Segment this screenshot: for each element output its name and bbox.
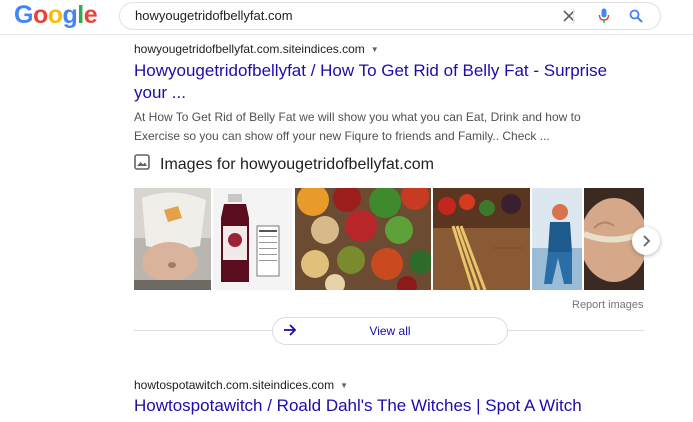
result-title-link[interactable]: Howtospotawitch / Roald Dahl's The Witch… [134, 395, 654, 417]
image-thumbnail-5[interactable] [532, 188, 582, 290]
result-snippet: At How To Get Rid of Belly Fat we will s… [134, 110, 581, 143]
search-input[interactable]: howyougetridofbellyfat.com [119, 2, 661, 30]
logo-letter-o2: o [47, 1, 63, 29]
logo-letter-g: G [14, 1, 33, 29]
microphone-icon[interactable] [595, 7, 613, 25]
logo-letter-e: e [83, 1, 98, 29]
result-cite-text: howtospotawitch.com.siteindices.com [134, 378, 335, 392]
image-thumbnail-4[interactable] [433, 188, 530, 290]
result-cite[interactable]: howtospotawitch.com.siteindices.com ▼ [134, 378, 654, 392]
search-result-1: howyougetridofbellyfat.com.siteindices.c… [134, 42, 614, 146]
search-query-text[interactable]: howyougetridofbellyfat.com [135, 8, 293, 23]
close-icon[interactable] [560, 7, 578, 25]
chevron-down-icon[interactable]: ▼ [371, 45, 379, 54]
search-header: Google howyougetridofbellyfat.com [0, 0, 693, 35]
result-title-link[interactable]: Howyougetridofbellyfat / How To Get Rid … [134, 60, 614, 104]
image-carousel [134, 188, 644, 290]
images-heading-label: Images for howyougetridofbellyfat.com [160, 155, 434, 173]
image-thumbnail-2[interactable] [213, 188, 292, 290]
search-icon[interactable] [627, 7, 645, 25]
logo-letter-o1: o [32, 1, 48, 29]
image-thumbnail-3[interactable] [295, 188, 431, 290]
images-heading[interactable]: Images for howyougetridofbellyfat.com [134, 154, 434, 175]
google-logo[interactable]: Google [14, 1, 98, 30]
divider-left [134, 330, 272, 331]
logo-letter-g2: g [62, 1, 78, 29]
view-all-button[interactable]: View all [272, 317, 508, 345]
result-cite-text: howyougetridofbellyfat.com.siteindices.c… [134, 42, 365, 56]
divider-right [506, 330, 644, 331]
search-result-2: howtospotawitch.com.siteindices.com ▼ How… [134, 378, 654, 417]
result-cite[interactable]: howyougetridofbellyfat.com.siteindices.c… [134, 42, 614, 56]
chevron-down-icon[interactable]: ▼ [340, 381, 348, 390]
carousel-next-button[interactable] [632, 227, 660, 255]
search-divider [573, 8, 574, 24]
image-thumbnail-1[interactable] [134, 188, 211, 290]
report-images-link[interactable]: Report images [572, 299, 644, 311]
image-icon [134, 154, 150, 175]
view-all-label: View all [369, 324, 411, 338]
